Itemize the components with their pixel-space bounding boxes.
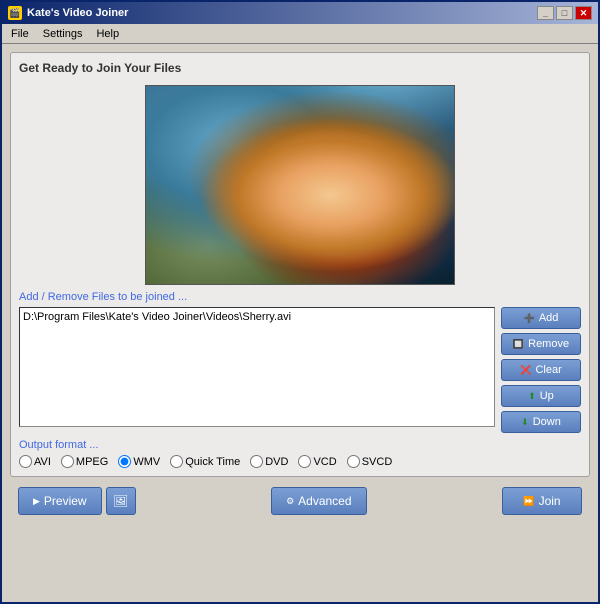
video-preview [145,85,455,285]
join-icon: ⏩ [523,496,534,507]
main-panel: Get Ready to Join Your Files Add / Remov… [10,52,590,477]
files-section: Add / Remove Files to be joined ... D:\P… [19,291,581,433]
app-icon: 🎬 [8,6,22,20]
screenshot-button[interactable]: 🖼 [106,487,136,515]
files-row: D:\Program Files\Kate's Video Joiner\Vid… [19,307,581,433]
list-item: D:\Program Files\Kate's Video Joiner\Vid… [23,311,491,323]
menu-settings[interactable]: Settings [38,27,88,41]
main-window: 🎬 Kate's Video Joiner _ □ ✕ File Setting… [0,0,600,604]
title-bar-text: 🎬 Kate's Video Joiner [8,6,128,20]
preview-icon: ▶ [33,496,40,507]
up-icon [528,390,536,402]
files-label: Add / Remove Files to be joined ... [19,291,581,303]
bottom-right: ⏩ Join [502,487,582,515]
format-avi[interactable]: AVI [19,455,51,468]
screenshot-icon: 🖼 [113,494,128,508]
output-label: Output format ... [19,439,581,451]
remove-button[interactable]: 🔲 Remove [501,333,581,355]
format-wmv[interactable]: WMV [118,455,160,468]
video-thumbnail [146,86,454,284]
maximize-button[interactable]: □ [556,6,573,20]
bottom-bar: ▶ Preview 🖼 ⚙ Advanced ⏩ Join [10,483,590,519]
format-svcd[interactable]: SVCD [347,455,393,468]
add-icon [524,312,535,324]
bottom-left: ▶ Preview 🖼 [18,487,136,515]
format-vcd[interactable]: VCD [298,455,336,468]
join-button[interactable]: ⏩ Join [502,487,582,515]
up-button[interactable]: Up [501,385,581,407]
down-icon [521,416,529,428]
panel-title: Get Ready to Join Your Files [19,61,581,75]
format-radio-group: AVI MPEG WMV Quick Time [19,455,581,468]
add-button[interactable]: Add [501,307,581,329]
title-bar: 🎬 Kate's Video Joiner _ □ ✕ [2,2,598,24]
preview-button[interactable]: ▶ Preview [18,487,102,515]
window-title: Kate's Video Joiner [27,7,128,19]
advanced-button[interactable]: ⚙ Advanced [271,487,366,515]
menu-file[interactable]: File [6,27,34,41]
menu-bar: File Settings Help [2,24,598,44]
bottom-center: ⚙ Advanced [271,487,366,515]
menu-help[interactable]: Help [91,27,124,41]
format-dvd[interactable]: DVD [250,455,288,468]
down-button[interactable]: Down [501,411,581,433]
close-button[interactable]: ✕ [575,6,592,20]
files-listbox[interactable]: D:\Program Files\Kate's Video Joiner\Vid… [19,307,495,427]
main-content: Get Ready to Join Your Files Add / Remov… [2,44,598,602]
files-buttons: Add 🔲 Remove Clear Up [501,307,581,433]
minimize-button[interactable]: _ [537,6,554,20]
output-section: Output format ... AVI MPEG WMV [19,439,581,468]
clear-icon [520,364,531,376]
title-buttons: _ □ ✕ [537,6,592,20]
remove-icon: 🔲 [513,339,524,350]
clear-button[interactable]: Clear [501,359,581,381]
advanced-icon: ⚙ [286,496,294,507]
format-mpeg[interactable]: MPEG [61,455,108,468]
format-quicktime[interactable]: Quick Time [170,455,240,468]
